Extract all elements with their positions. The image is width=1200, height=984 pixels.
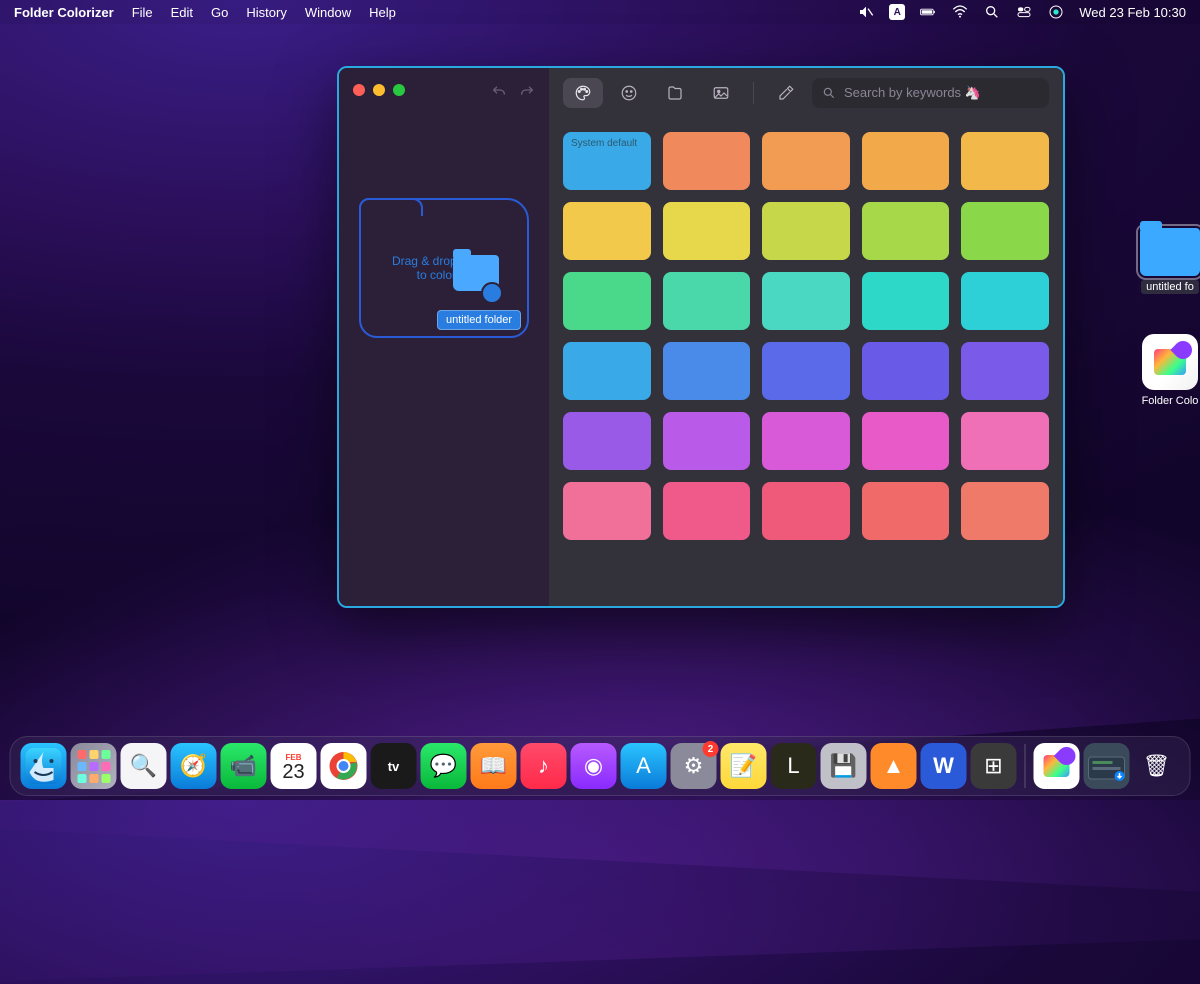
color-swatch-15[interactable] — [563, 342, 651, 400]
search-placeholder: Search by keywords 🦄 — [844, 85, 981, 101]
window-close-button[interactable] — [353, 84, 365, 96]
redo-button[interactable] — [519, 84, 535, 105]
color-swatch-18[interactable] — [862, 342, 950, 400]
dock-separator — [1025, 744, 1026, 788]
main-panel: Search by keywords 🦄 System default — [549, 68, 1063, 606]
window-zoom-button[interactable] — [393, 84, 405, 96]
menubar: Folder Colorizer File Edit Go History Wi… — [0, 0, 1200, 24]
input-source-icon[interactable]: A — [889, 4, 905, 20]
menubar-app-name[interactable]: Folder Colorizer — [14, 5, 114, 20]
color-swatch-7[interactable] — [762, 202, 850, 260]
color-swatch-24[interactable] — [961, 412, 1049, 470]
dragged-folder-label: untitled folder — [437, 310, 521, 330]
app-window: Drag & drop folders to colorize untitled… — [337, 66, 1065, 608]
desktop-app-label: Folder Colo — [1137, 394, 1200, 408]
eyedropper-button[interactable] — [766, 78, 806, 108]
dock-launchpad[interactable] — [71, 743, 117, 789]
battery-icon[interactable] — [919, 3, 937, 21]
dock-calculator[interactable]: ⊞ — [971, 743, 1017, 789]
color-swatch-10[interactable] — [563, 272, 651, 330]
dock-music[interactable]: ♪ — [521, 743, 567, 789]
menu-file[interactable]: File — [132, 5, 153, 20]
dock-downloads[interactable] — [1084, 743, 1130, 789]
color-swatch-14[interactable] — [961, 272, 1049, 330]
color-swatch-3[interactable] — [862, 132, 950, 190]
color-swatch-9[interactable] — [961, 202, 1049, 260]
menu-go[interactable]: Go — [211, 5, 228, 20]
dock-settings[interactable]: ⚙2 — [671, 743, 717, 789]
desktop-app-folder-colorizer[interactable]: Folder Colo — [1134, 334, 1200, 411]
color-swatch-17[interactable] — [762, 342, 850, 400]
control-center-icon[interactable] — [1015, 3, 1033, 21]
dock-trash[interactable]: 🗑 — [1134, 743, 1180, 789]
dock-folder-colorizer-dock[interactable] — [1034, 743, 1080, 789]
color-swatch-29[interactable] — [961, 482, 1049, 540]
tab-emoji[interactable] — [609, 78, 649, 108]
spotlight-icon[interactable] — [983, 3, 1001, 21]
dock-vlc[interactable]: ▲ — [871, 743, 917, 789]
color-swatch-21[interactable] — [663, 412, 751, 470]
color-grid: System default — [549, 118, 1063, 606]
dock-podcasts[interactable]: ◉ — [571, 743, 617, 789]
color-swatch-27[interactable] — [762, 482, 850, 540]
color-swatch-25[interactable] — [563, 482, 651, 540]
dock-safari[interactable]: 🧭 — [171, 743, 217, 789]
dock-appstore[interactable]: A — [621, 743, 667, 789]
color-swatch-20[interactable] — [563, 412, 651, 470]
dock-notes[interactable]: 📝 — [721, 743, 767, 789]
dock: 🔍🧭📹FEB23 tv💬📖♪◉A⚙2📝L💾▲W⊞ 🗑 — [10, 736, 1191, 796]
color-swatch-11[interactable] — [663, 272, 751, 330]
folder-dropzone[interactable]: Drag & drop folders to colorize untitled… — [359, 198, 529, 338]
dock-messages[interactable]: 💬 — [421, 743, 467, 789]
color-swatch-4[interactable] — [961, 132, 1049, 190]
sidebar: Drag & drop folders to colorize untitled… — [339, 68, 549, 606]
color-swatch-23[interactable] — [862, 412, 950, 470]
color-swatch-12[interactable] — [762, 272, 850, 330]
dock-word[interactable]: W — [921, 743, 967, 789]
menubar-clock[interactable]: Wed 23 Feb 10:30 — [1079, 5, 1186, 20]
dock-lol[interactable]: L — [771, 743, 817, 789]
dock-books[interactable]: 📖 — [471, 743, 517, 789]
color-swatch-13[interactable] — [862, 272, 950, 330]
tab-decals[interactable] — [655, 78, 695, 108]
desktop-folder-untitled[interactable]: untitled fo — [1134, 228, 1200, 297]
color-swatch-28[interactable] — [862, 482, 950, 540]
color-swatch-2[interactable] — [762, 132, 850, 190]
color-swatch-0[interactable]: System default — [563, 132, 651, 190]
search-input[interactable]: Search by keywords 🦄 — [812, 78, 1049, 108]
menu-edit[interactable]: Edit — [171, 5, 193, 20]
toolbar: Search by keywords 🦄 — [549, 68, 1063, 118]
color-swatch-16[interactable] — [663, 342, 751, 400]
color-swatch-22[interactable] — [762, 412, 850, 470]
dock-facetime[interactable]: 📹 — [221, 743, 267, 789]
dock-appletv[interactable]: tv — [371, 743, 417, 789]
desktop-folder-label: untitled fo — [1141, 280, 1199, 294]
color-swatch-1[interactable] — [663, 132, 751, 190]
search-icon — [822, 86, 836, 100]
undo-button[interactable] — [491, 84, 507, 105]
color-swatch-5[interactable] — [563, 202, 651, 260]
color-swatch-6[interactable] — [663, 202, 751, 260]
app-status-icon[interactable] — [1047, 3, 1065, 21]
wifi-icon[interactable] — [951, 3, 969, 21]
color-swatch-19[interactable] — [961, 342, 1049, 400]
window-minimize-button[interactable] — [373, 84, 385, 96]
tab-colors[interactable] — [563, 78, 603, 108]
menu-history[interactable]: History — [246, 5, 286, 20]
menu-window[interactable]: Window — [305, 5, 351, 20]
dock-disk-util[interactable]: 💾 — [821, 743, 867, 789]
dragged-count-badge — [481, 282, 503, 304]
dock-finder[interactable] — [21, 743, 67, 789]
dock-calendar[interactable]: FEB23 — [271, 743, 317, 789]
dock-spotlight[interactable]: 🔍 — [121, 743, 167, 789]
dock-chrome[interactable] — [321, 743, 367, 789]
color-swatch-26[interactable] — [663, 482, 751, 540]
tab-image[interactable] — [701, 78, 741, 108]
color-swatch-8[interactable] — [862, 202, 950, 260]
mute-icon[interactable] — [857, 3, 875, 21]
menu-help[interactable]: Help — [369, 5, 396, 20]
toolbar-divider — [753, 82, 754, 104]
